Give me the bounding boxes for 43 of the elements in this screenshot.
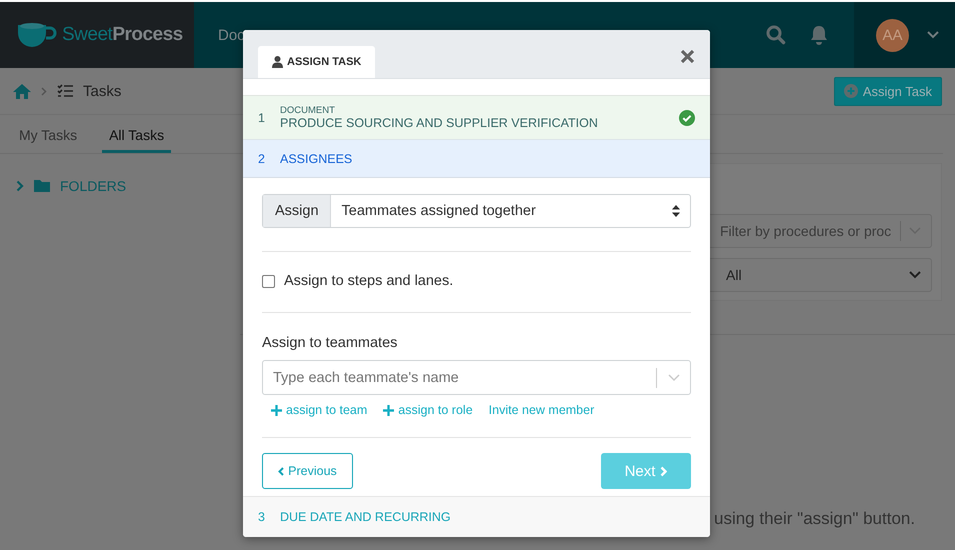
chevron-down-icon [668, 374, 680, 382]
chevron-down-icon [909, 271, 921, 279]
checkbox-label: Assign to steps and lanes. [284, 273, 454, 289]
tab[interactable]: All Tasks [102, 115, 172, 153]
wizard-step[interactable]: 1 DOCUMENT PRODUCE SOURCING AND SUPPLIER VERIFICATION [243, 96, 710, 140]
nav-link[interactable]: Doc [218, 26, 245, 44]
field-label: Assign to teammates [262, 335, 398, 351]
plus-circle-icon [844, 84, 858, 98]
check-circle-icon [679, 110, 695, 126]
wizard-step[interactable]: 2 ASSIGNEES [243, 140, 710, 178]
avatar[interactable]: AA [876, 18, 909, 52]
sort-icon [672, 205, 680, 217]
link[interactable]: assign to role [383, 403, 473, 417]
bell-icon[interactable] [810, 25, 828, 45]
teammate-input-field[interactable]: Type each teammate's name [262, 360, 691, 395]
chevron-right-icon [16, 180, 24, 192]
wizard-step[interactable]: 3 DUE DATE AND RECURRING [243, 496, 710, 537]
hint-text: using their "assign" button. [714, 509, 916, 529]
chevron-right-icon [41, 86, 47, 96]
dialog-tab[interactable]: ASSIGN TASK [258, 46, 376, 78]
chevron-down-icon[interactable] [927, 31, 939, 39]
search-icon[interactable] [766, 25, 786, 45]
link[interactable]: assign to team [271, 403, 368, 417]
previous-button[interactable]: Previous [262, 453, 353, 489]
checklist-icon [57, 84, 73, 98]
close-icon[interactable] [680, 49, 695, 64]
home-icon[interactable] [13, 84, 31, 98]
plus-icon [271, 404, 282, 416]
cup-icon [16, 21, 58, 49]
checkbox[interactable] [262, 274, 275, 288]
folder-icon [34, 180, 50, 192]
next-button[interactable]: Next [601, 453, 691, 489]
logo-text[interactable]: SweetProcess [62, 24, 183, 46]
breadcrumb-current: Tasks [83, 82, 122, 100]
assign-select[interactable]: Assign Teammates assigned together [262, 194, 691, 228]
chevron-right-icon [660, 466, 668, 476]
plus-icon [383, 404, 394, 416]
chevron-left-icon [278, 466, 284, 476]
tab[interactable]: My Tasks [18, 115, 78, 153]
user-icon [272, 56, 283, 68]
assign-task-button[interactable]: Assign Task [834, 76, 942, 106]
folders-item[interactable]: FOLDERS [16, 178, 240, 194]
link[interactable]: Invite new member [488, 403, 594, 417]
